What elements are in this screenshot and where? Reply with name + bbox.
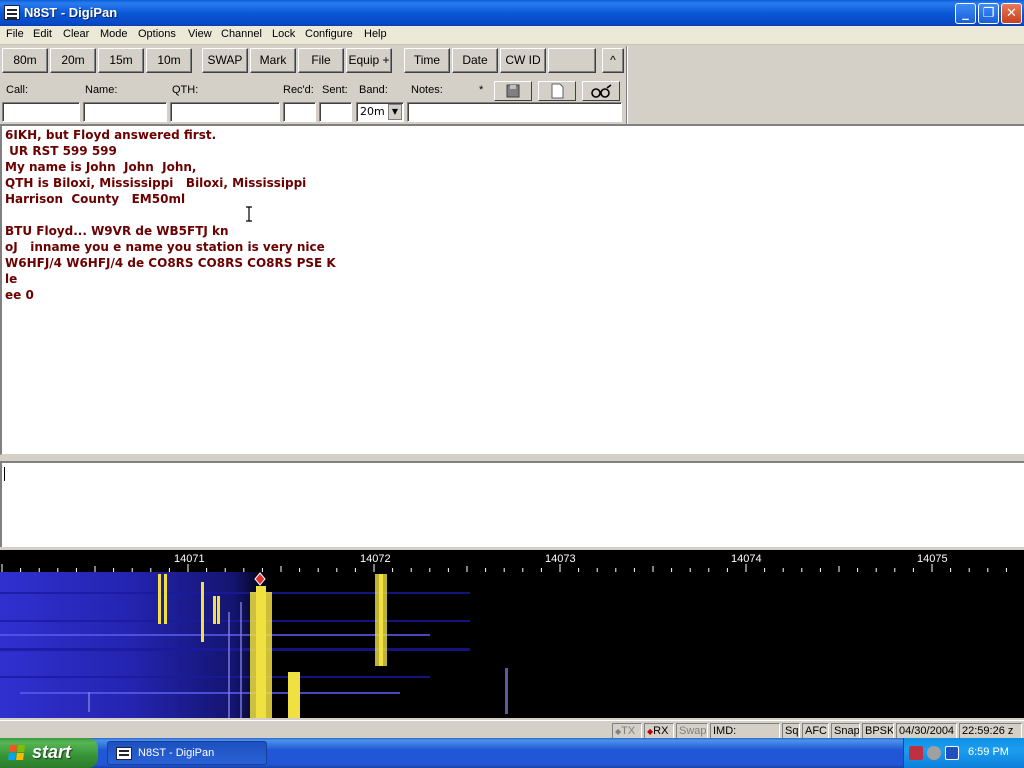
date-readout: 04/30/2004 — [896, 723, 957, 739]
app-tray-icon[interactable] — [945, 746, 959, 760]
swap-indicator[interactable]: Swap — [676, 723, 708, 739]
waterfall-display[interactable] — [0, 572, 1024, 718]
rx-line: QTH is Biloxi, Mississippi Biloxi, Missi… — [5, 176, 307, 190]
swap-button[interactable]: SWAP — [202, 48, 248, 73]
windows-logo-icon — [8, 745, 26, 761]
snap-toggle[interactable]: Snap — [831, 723, 860, 739]
menu-bar: File Edit Clear Mode Options View Channe… — [0, 26, 1024, 45]
band-80m-button[interactable]: 80m — [2, 48, 48, 73]
transmit-text-pane[interactable] — [0, 461, 1024, 547]
afc-toggle[interactable]: AFC — [802, 723, 829, 739]
text-cursor-icon — [246, 206, 252, 222]
save-log-button[interactable] — [494, 81, 532, 101]
menu-configure[interactable]: Configure — [305, 28, 353, 40]
name-label: Name: — [85, 84, 118, 96]
mode-indicator[interactable]: BPSK — [862, 723, 894, 739]
menu-clear[interactable]: Clear — [63, 28, 89, 40]
app-icon — [116, 747, 132, 760]
menu-edit[interactable]: Edit — [33, 28, 52, 40]
band-select[interactable]: 20m ▼ — [356, 102, 404, 122]
qth-input[interactable] — [170, 102, 280, 122]
volume-icon[interactable] — [927, 746, 941, 760]
squelch-toggle[interactable]: Sq — [782, 723, 800, 739]
menu-options[interactable]: Options — [138, 28, 176, 40]
rx-line: ee 0 — [5, 288, 34, 302]
call-label: Call: — [6, 84, 29, 96]
rx-indicator[interactable]: ◆RX — [644, 723, 674, 739]
recd-label: Rec'd: — [283, 84, 314, 96]
rx-line: UR RST 599 599 — [5, 144, 117, 158]
rx-line: W6HFJ/4 W6HFJ/4 de CO8RS CO8RS CO8RS PSE… — [5, 256, 336, 270]
scale-ticks — [1, 564, 1007, 572]
rx-line: Harrison County EM50ml — [5, 192, 186, 206]
close-button[interactable]: ✕ — [1001, 3, 1022, 24]
app-icon[interactable] — [4, 5, 20, 20]
band-select-value: 20m — [360, 105, 385, 118]
start-button[interactable]: start — [0, 738, 98, 768]
equip-plus-button[interactable]: Equip + — [346, 48, 392, 73]
file-button[interactable]: File — [298, 48, 344, 73]
network-icon[interactable] — [909, 746, 923, 760]
notes-label: Notes: — [411, 84, 443, 96]
floppy-disk-icon — [506, 84, 520, 98]
menu-channel[interactable]: Channel — [221, 28, 262, 40]
date-button[interactable]: Date — [452, 48, 498, 73]
time-button[interactable]: Time — [404, 48, 450, 73]
sent-label: Sent: — [322, 84, 348, 96]
menu-view[interactable]: View — [188, 28, 212, 40]
text-caret — [4, 467, 5, 481]
lookup-button[interactable] — [582, 81, 620, 101]
name-input[interactable] — [83, 102, 167, 122]
band-10m-button[interactable]: 10m — [146, 48, 192, 73]
imd-readout: IMD: — [710, 723, 780, 739]
log-page-button[interactable] — [538, 81, 576, 101]
collapse-toolbar-button[interactable]: ^ — [602, 48, 624, 73]
tx-indicator[interactable]: ◆TX — [612, 723, 642, 739]
sent-input[interactable] — [319, 102, 352, 122]
qth-label: QTH: — [172, 84, 199, 96]
menu-mode[interactable]: Mode — [100, 28, 128, 40]
band-20m-button[interactable]: 20m — [50, 48, 96, 73]
chevron-down-icon[interactable]: ▼ — [388, 104, 402, 120]
receive-text-pane[interactable]: 6IKH, but Floyd answered first. UR RST 5… — [0, 124, 1024, 455]
band-15m-button[interactable]: 15m — [98, 48, 144, 73]
recd-input[interactable] — [283, 102, 316, 122]
rx-line: 6IKH, but Floyd answered first. — [5, 128, 217, 142]
mark-button[interactable]: Mark — [250, 48, 296, 73]
rx-line: BTU Floyd... W9VR de WB5FTJ kn — [5, 224, 229, 238]
taskbar-item-digipan[interactable]: N8ST - DigiPan — [107, 741, 267, 765]
menu-file[interactable]: File — [6, 28, 24, 40]
rx-line: My name is John John John, — [5, 160, 197, 174]
frequency-scale[interactable]: 14071 14072 14073 14074 14075 — [0, 550, 1024, 572]
rx-line: oJ inname you e name you station is very… — [5, 240, 325, 254]
notes-input[interactable] — [407, 102, 622, 122]
macro-button-blank[interactable] — [548, 48, 596, 73]
waterfall-canvas — [0, 572, 1024, 718]
system-tray: 6:59 PM — [903, 738, 1024, 768]
asterisk-indicator: * — [479, 84, 484, 96]
restore-button[interactable]: ❐ — [978, 3, 999, 24]
cw-id-button[interactable]: CW ID — [500, 48, 546, 73]
status-bar: ◆TX ◆RX Swap IMD: Sq AFC Snap BPSK 04/30… — [0, 720, 1024, 739]
menu-help[interactable]: Help — [364, 28, 387, 40]
time-readout: 22:59:26 z — [959, 723, 1022, 739]
taskbar: start N8ST - DigiPan 6:59 PM — [0, 738, 1024, 768]
binoculars-icon — [591, 84, 612, 98]
title-bar[interactable]: N8ST - DigiPan _ ❐ ✕ — [0, 0, 1024, 26]
band-label: Band: — [359, 84, 388, 96]
taskbar-item-label: N8ST - DigiPan — [138, 747, 215, 759]
window-title: N8ST - DigiPan — [24, 5, 118, 20]
document-icon — [551, 83, 564, 99]
start-label: start — [32, 742, 72, 762]
minimize-button[interactable]: _ — [955, 3, 976, 24]
rx-line: le — [5, 272, 18, 286]
clock[interactable]: 6:59 PM — [968, 746, 1009, 758]
toolbar-divider — [626, 46, 628, 124]
menu-lock[interactable]: Lock — [272, 28, 295, 40]
call-input[interactable] — [2, 102, 80, 122]
